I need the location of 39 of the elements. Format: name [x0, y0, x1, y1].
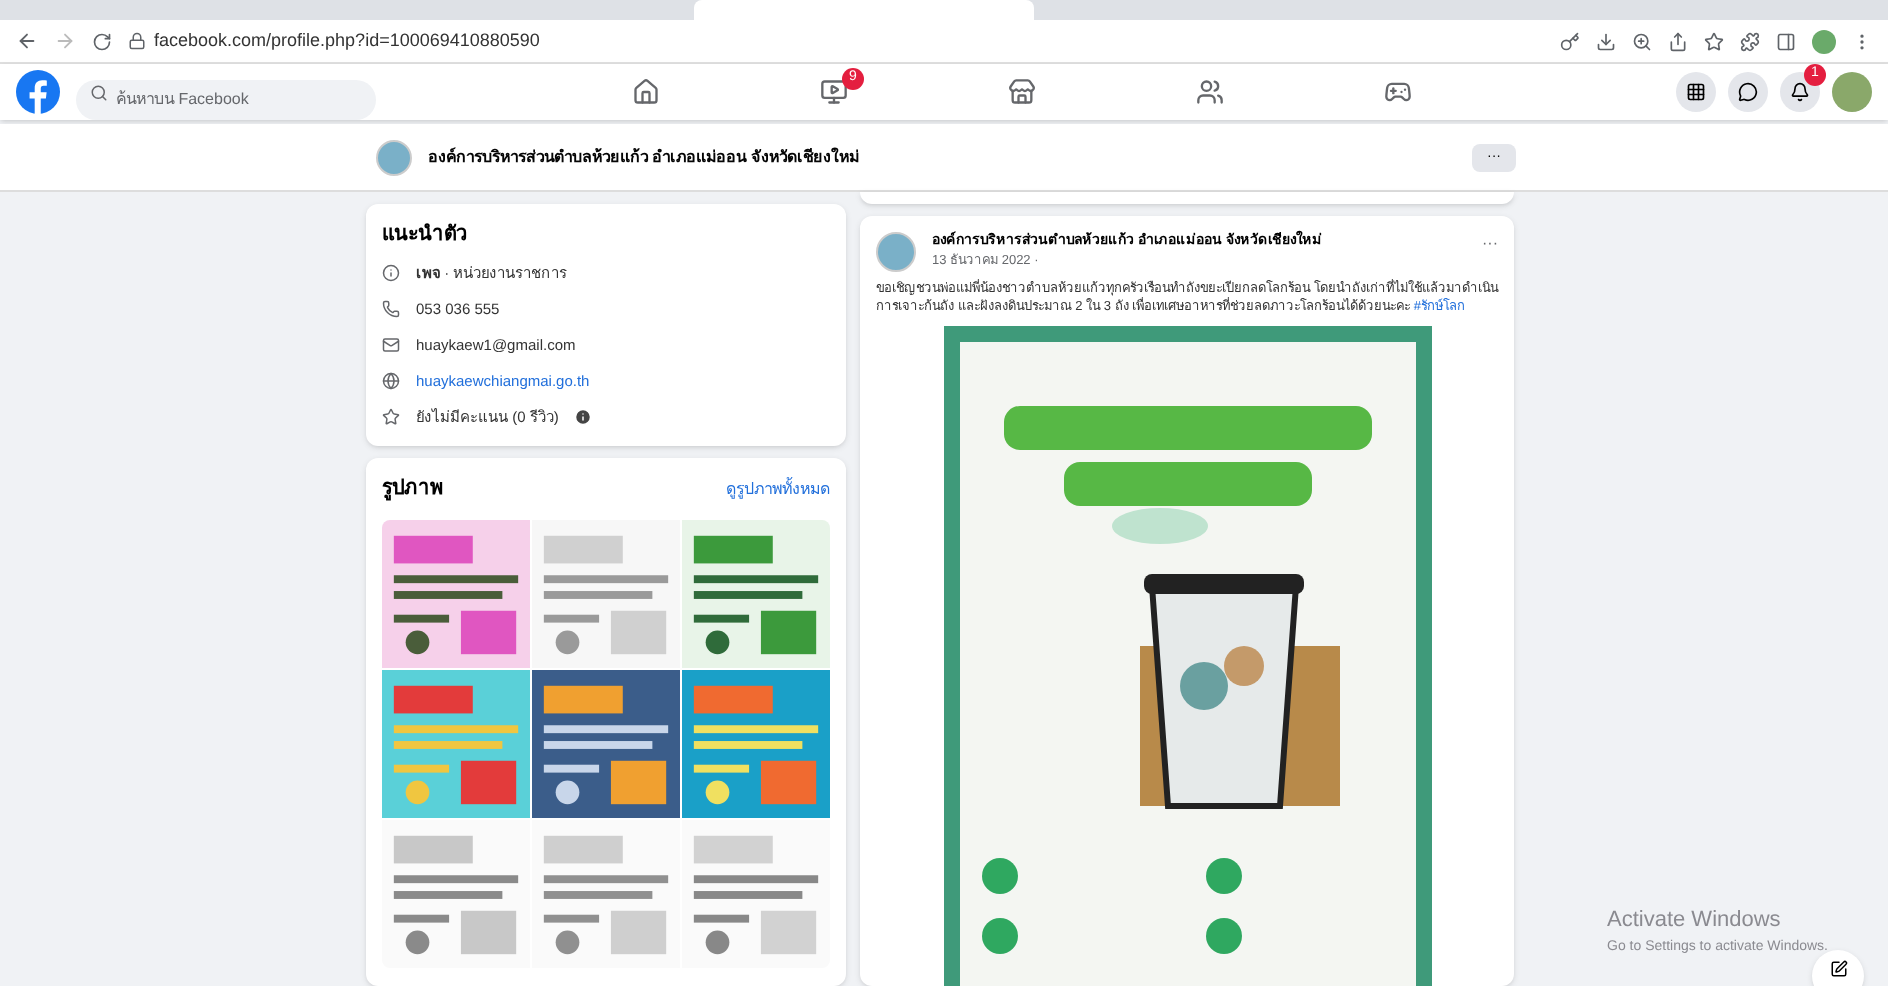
menu-button[interactable]: [1676, 72, 1716, 112]
info-icon: [382, 264, 400, 282]
bell-icon: [1790, 82, 1810, 102]
people-icon[interactable]: [1196, 78, 1224, 106]
page-name: องค์การบริหารส่วนตำบลห้วยแก้ว อำเภอแม่ออน จังหวัดเชียงใหม่: [428, 145, 859, 169]
back-icon[interactable]: [16, 30, 38, 52]
photos-title: รูปภาพ: [382, 476, 444, 504]
lock-icon: [128, 32, 146, 50]
facebook-logo[interactable]: [16, 70, 60, 114]
grid-icon: [1686, 82, 1706, 102]
mail-icon: [382, 336, 400, 354]
post-more-button[interactable]: ···: [1482, 232, 1498, 256]
search-field[interactable]: ค้นหาบน Facebook: [76, 79, 376, 119]
globe-icon: [382, 372, 400, 390]
activation-title: Activate Windows: [1607, 906, 1783, 936]
profile-avatar[interactable]: [1832, 72, 1872, 112]
profile-avatar[interactable]: [1812, 29, 1836, 53]
reload-icon[interactable]: [92, 31, 112, 51]
star-icon: [382, 408, 400, 426]
key-icon[interactable]: [1560, 31, 1580, 51]
info-icon[interactable]: [574, 408, 593, 426]
install-icon[interactable]: [1596, 31, 1616, 51]
extensions-icon[interactable]: [1740, 31, 1760, 51]
video-icon[interactable]: [820, 78, 848, 106]
url-text[interactable]: facebook.com/profile.php?id=100069410880590: [154, 27, 540, 55]
home-icon[interactable]: [632, 78, 660, 106]
see-all-link[interactable]: ดูรูปภาพทั้งหมด: [726, 477, 830, 501]
gamepad-icon[interactable]: [1384, 78, 1412, 106]
zoom-icon[interactable]: [1632, 31, 1652, 51]
messenger-button[interactable]: [1728, 72, 1768, 112]
search-icon: [90, 83, 108, 101]
chat-icon: [1738, 82, 1758, 102]
share-icon[interactable]: [1668, 31, 1688, 51]
store-icon[interactable]: [1008, 78, 1036, 106]
phone-icon: [382, 300, 400, 318]
intro-title: แนะนำตัว: [382, 221, 470, 250]
pen-icon: [1829, 960, 1847, 978]
sidepanel-icon[interactable]: [1776, 31, 1796, 51]
bookmark-icon[interactable]: [1704, 31, 1724, 51]
